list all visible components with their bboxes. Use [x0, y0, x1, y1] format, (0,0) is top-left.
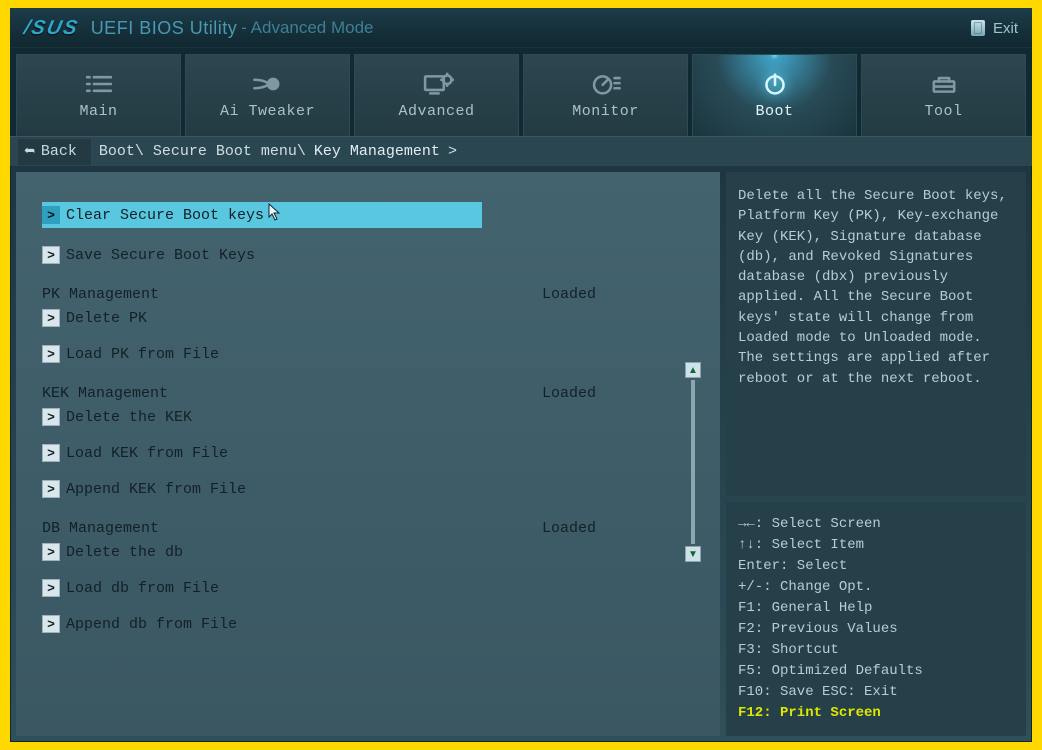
settings-panel: > Clear Secure Boot keys > Save Secure B… [16, 172, 720, 736]
toolbox-icon [927, 71, 961, 97]
chevron-right-icon: > [42, 615, 60, 633]
mode-label: - Advanced Mode [241, 18, 373, 38]
exit-label: Exit [993, 20, 1018, 37]
tab-main[interactable]: Main [16, 54, 181, 136]
item-save-secure-boot-keys[interactable]: > Save Secure Boot Keys [42, 246, 702, 264]
back-button[interactable]: ➦ Back [18, 139, 91, 165]
door-icon [971, 20, 985, 36]
item-label: Load db from File [66, 580, 219, 597]
help-line: Enter: Select [738, 556, 1014, 577]
help-line: +/-: Change Opt. [738, 577, 1014, 598]
tab-label: Advanced [398, 103, 474, 120]
back-arrow-icon: ➦ [24, 141, 35, 163]
help-line: F3: Shortcut [738, 640, 1014, 661]
item-load-db-from-file[interactable]: > Load db from File [42, 579, 702, 597]
chevron-right-icon: > [42, 408, 60, 426]
scroll-up-button[interactable]: ▲ [685, 362, 701, 378]
group-status: Loaded [542, 385, 596, 402]
description-panel: Delete all the Secure Boot keys, Platfor… [726, 172, 1026, 496]
item-label: Delete the KEK [66, 409, 192, 426]
item-delete-pk[interactable]: > Delete PK [42, 309, 702, 327]
tab-label: Ai Tweaker [220, 103, 315, 120]
item-clear-secure-boot-keys[interactable]: > Clear Secure Boot keys [42, 202, 482, 228]
tab-label: Main [79, 103, 117, 120]
item-label: Clear Secure Boot keys [66, 207, 264, 224]
item-label: Append KEK from File [66, 481, 246, 498]
item-label: Delete the db [66, 544, 183, 561]
group-kek-management: KEK Management Loaded [42, 385, 702, 402]
tab-ai-tweaker[interactable]: Ai Tweaker [185, 54, 350, 136]
help-line-highlight: F12: Print Screen [738, 703, 1014, 724]
asus-logo: /SUS [22, 17, 82, 40]
chevron-right-icon: > [42, 444, 60, 462]
scroll-track[interactable] [691, 380, 695, 544]
tab-tool[interactable]: Tool [861, 54, 1026, 136]
group-pk-management: PK Management Loaded [42, 286, 702, 303]
help-line: F1: General Help [738, 598, 1014, 619]
tab-monitor[interactable]: Monitor [523, 54, 688, 136]
breadcrumb-caret: > [448, 143, 457, 160]
main-tabs: Main Ai Tweaker Advanced Monitor Boot To… [10, 48, 1032, 136]
chevron-right-icon: > [42, 246, 60, 264]
item-label: Save Secure Boot Keys [66, 247, 255, 264]
chevron-right-icon: > [42, 480, 60, 498]
item-append-db-from-file[interactable]: > Append db from File [42, 615, 702, 633]
gauge-icon [589, 71, 623, 97]
breadcrumb: ➦ Back Boot\ Secure Boot menu\ Key Manag… [10, 136, 1032, 166]
help-line: →←: Select Screen [738, 514, 1014, 535]
exit-button[interactable]: Exit [971, 20, 1018, 37]
item-append-kek-from-file[interactable]: > Append KEK from File [42, 480, 702, 498]
group-title: PK Management [42, 286, 159, 303]
help-panel: →←: Select Screen ↑↓: Select Item Enter:… [726, 502, 1026, 736]
item-label: Load PK from File [66, 346, 219, 363]
back-label: Back [41, 143, 77, 160]
item-delete-the-db[interactable]: > Delete the db [42, 543, 702, 561]
comet-icon [251, 71, 285, 97]
group-status: Loaded [542, 520, 596, 537]
breadcrumb-path: Boot\ Secure Boot menu\ [99, 143, 306, 160]
help-line: F5: Optimized Defaults [738, 661, 1014, 682]
item-label: Load KEK from File [66, 445, 228, 462]
list-icon [82, 71, 116, 97]
help-line: F10: Save ESC: Exit [738, 682, 1014, 703]
tab-label: Boot [755, 103, 793, 120]
tab-label: Tool [924, 103, 962, 120]
item-load-kek-from-file[interactable]: > Load KEK from File [42, 444, 702, 462]
gear-monitor-icon [420, 71, 454, 97]
title-bar: /SUS UEFI BIOS Utility - Advanced Mode E… [10, 8, 1032, 48]
group-db-management: DB Management Loaded [42, 520, 702, 537]
help-line: ↑↓: Select Item [738, 535, 1014, 556]
item-label: Delete PK [66, 310, 147, 327]
chevron-right-icon: > [42, 579, 60, 597]
power-icon [758, 71, 792, 97]
item-delete-the-kek[interactable]: > Delete the KEK [42, 408, 702, 426]
tab-boot[interactable]: Boot [692, 54, 857, 136]
chevron-right-icon: > [42, 543, 60, 561]
chevron-right-icon: > [42, 206, 60, 224]
chevron-right-icon: > [42, 309, 60, 327]
group-status: Loaded [542, 286, 596, 303]
breadcrumb-current: Key Management [314, 143, 440, 160]
item-load-pk-from-file[interactable]: > Load PK from File [42, 345, 702, 363]
chevron-right-icon: > [42, 345, 60, 363]
tab-advanced[interactable]: Advanced [354, 54, 519, 136]
scroll-down-button[interactable]: ▼ [685, 546, 701, 562]
help-line: F2: Previous Values [738, 619, 1014, 640]
group-title: DB Management [42, 520, 159, 537]
tab-label: Monitor [572, 103, 639, 120]
utility-title: UEFI BIOS Utility [91, 18, 238, 39]
group-title: KEK Management [42, 385, 168, 402]
item-label: Append db from File [66, 616, 237, 633]
scrollbar[interactable]: ▲ ▼ [686, 362, 700, 562]
